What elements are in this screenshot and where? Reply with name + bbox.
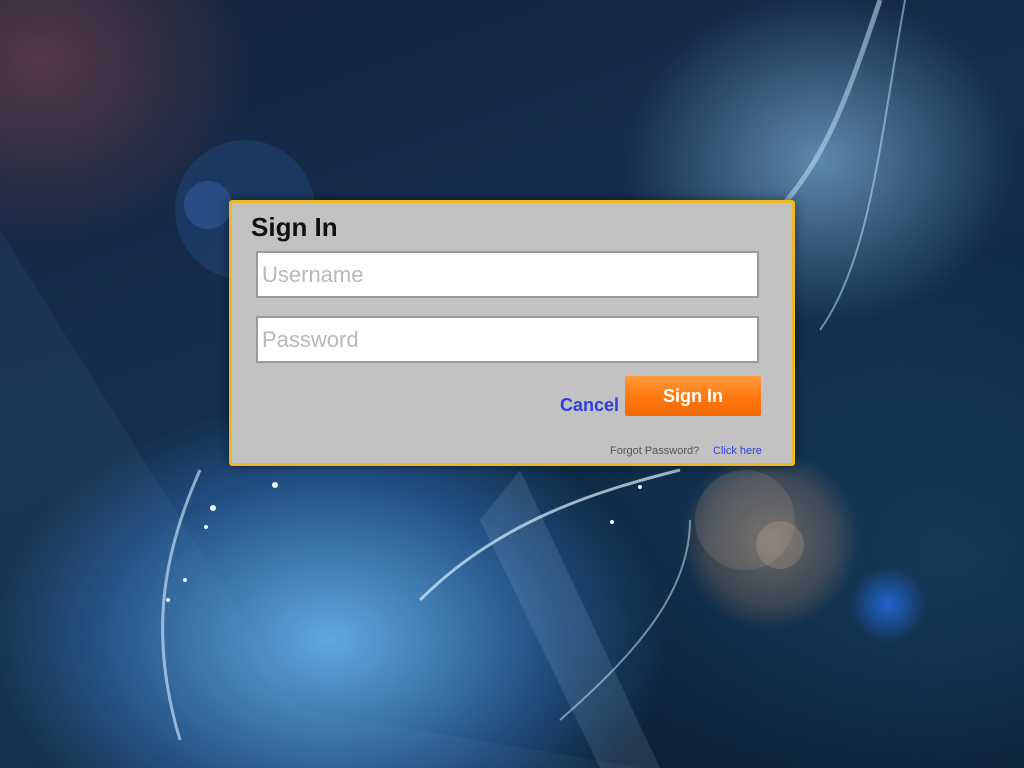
cancel-button[interactable]: Cancel [560, 395, 619, 416]
sign-in-dialog: Sign In Cancel Sign In Forgot Password? … [229, 200, 795, 466]
dialog-title: Sign In [251, 212, 338, 242]
username-field[interactable] [256, 251, 759, 298]
forgot-password-label: Forgot Password? [610, 445, 700, 457]
sign-in-button[interactable]: Sign In [625, 376, 761, 416]
forgot-password-link[interactable]: Click here [713, 445, 762, 457]
password-field[interactable] [256, 316, 759, 363]
